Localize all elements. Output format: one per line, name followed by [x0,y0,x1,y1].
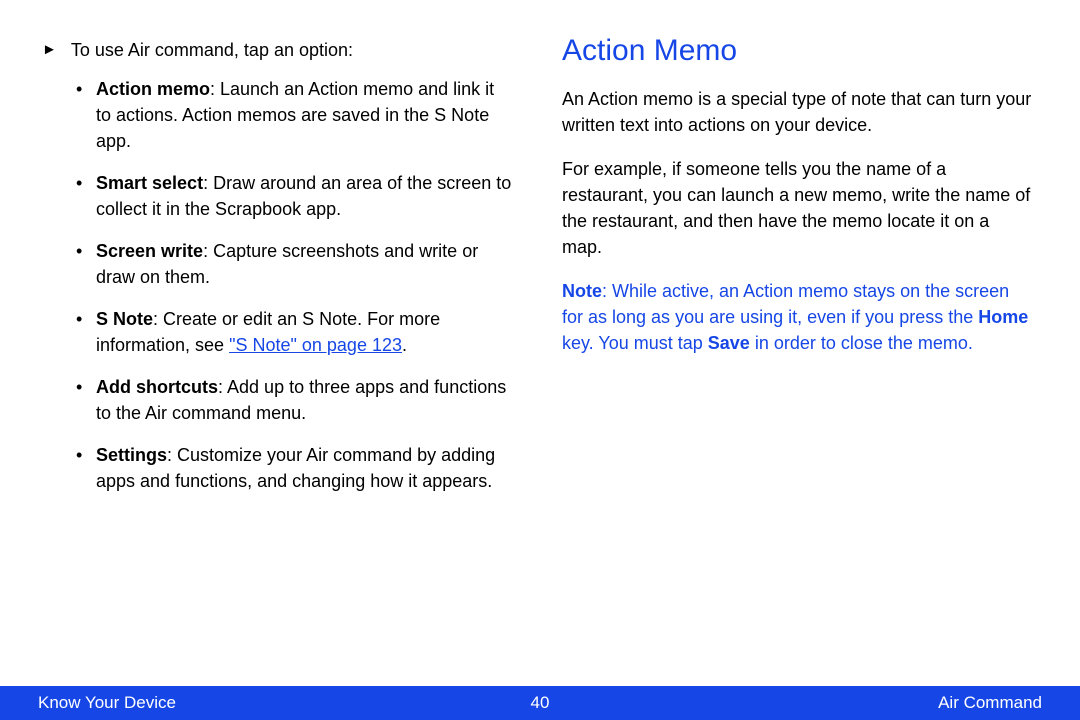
cross-reference-link[interactable]: "S Note" on page 123 [229,335,402,355]
item-label: Add shortcuts [96,377,218,397]
list-item: Action memo: Launch an Action memo and l… [96,76,514,154]
list-item: Screen write: Capture screenshots and wr… [96,238,514,290]
note-home: Home [978,307,1028,327]
page-footer: Know Your Device 40 Air Command [0,686,1080,720]
item-label: S Note [96,309,153,329]
left-column: ► To use Air command, tap an option: Act… [42,38,514,510]
note-save: Save [708,333,750,353]
note-seg: : While active, an Action memo stays on … [562,281,1009,327]
item-label: Screen write [96,241,203,261]
note-block: Note: While active, an Action memo stays… [562,278,1034,356]
note-label: Note [562,281,602,301]
right-column: Action Memo An Action memo is a special … [562,38,1034,510]
paragraph: An Action memo is a special type of note… [562,86,1034,138]
list-item: Smart select: Draw around an area of the… [96,170,514,222]
page-number: 40 [531,693,550,713]
note-seg: in order to close the memo. [750,333,973,353]
note-seg: key. You must tap [562,333,708,353]
list-item: S Note: Create or edit an S Note. For mo… [96,306,514,358]
section-heading: Action Memo [562,34,1034,68]
list-item: Add shortcuts: Add up to three apps and … [96,374,514,426]
item-text-after: . [402,335,407,355]
intro-text: To use Air command, tap an option: [71,38,353,62]
item-label: Action memo [96,79,210,99]
pointer-icon: ► [42,38,57,62]
item-label: Settings [96,445,167,465]
footer-right: Air Command [938,693,1042,713]
footer-left: Know Your Device [38,693,176,713]
paragraph: For example, if someone tells you the na… [562,156,1034,260]
list-item: Settings: Customize your Air command by … [96,442,514,494]
item-label: Smart select [96,173,203,193]
